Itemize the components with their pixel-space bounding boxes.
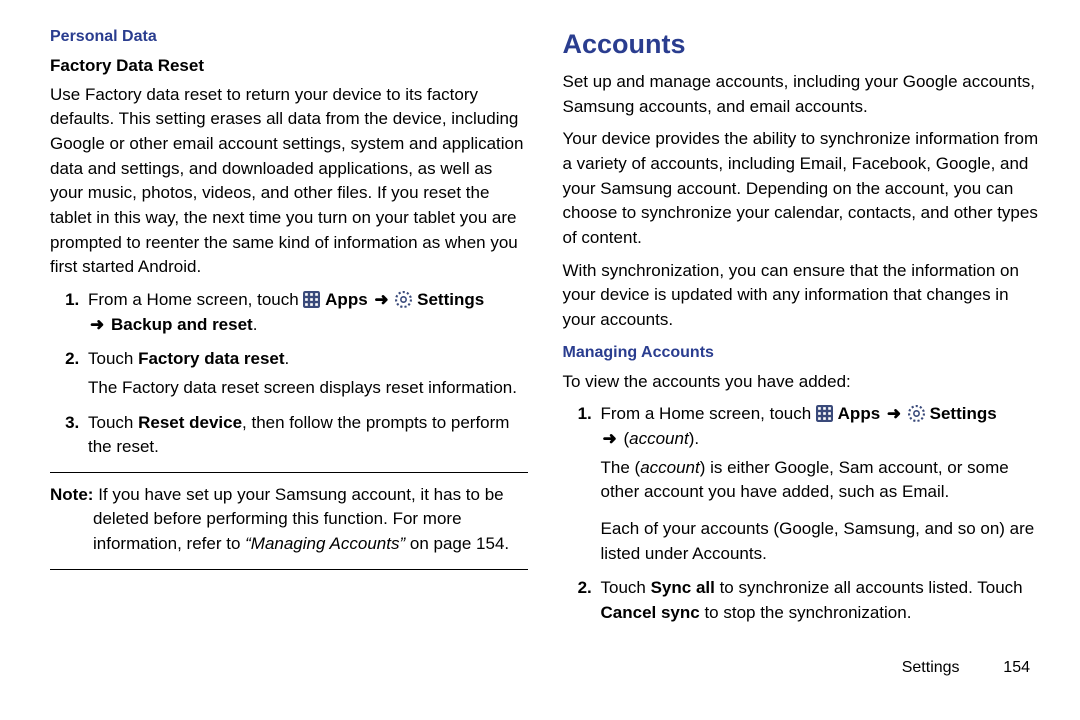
arrow-icon: ➜ <box>603 429 617 448</box>
right-blue-head: Managing Accounts <box>563 341 1041 364</box>
page-footer: Settings 154 <box>563 656 1041 679</box>
left-step-1: From a Home screen, touch Apps ➜ Setting… <box>84 288 528 337</box>
footer-section: Settings <box>902 656 960 679</box>
left-step-3: Touch Reset device, then follow the prom… <box>84 411 528 460</box>
right-column: Accounts Set up and manage accounts, inc… <box>563 25 1041 710</box>
left-black-head: Factory Data Reset <box>50 54 528 79</box>
apps-icon <box>816 405 833 422</box>
right-steps: From a Home screen, touch Apps ➜ Setting… <box>563 402 1041 625</box>
note: Note: If you have set up your Samsung ac… <box>50 483 528 557</box>
left-column: Personal Data Factory Data Reset Use Fac… <box>50 25 528 710</box>
arrow-icon: ➜ <box>90 315 104 334</box>
footer-page-number: 154 <box>984 656 1030 679</box>
right-p2: Your device provides the ability to sync… <box>563 127 1041 250</box>
right-step-1: From a Home screen, touch Apps ➜ Setting… <box>597 402 1041 566</box>
right-step-2: Touch Sync all to synchronize all accoun… <box>597 576 1041 625</box>
arrow-icon: ➜ <box>887 404 901 423</box>
gear-icon <box>908 405 925 422</box>
right-p3: With synchronization, you can ensure tha… <box>563 259 1041 333</box>
left-step-2: Touch Factory data reset. The Factory da… <box>84 347 528 400</box>
arrow-icon: ➜ <box>374 290 388 309</box>
right-p1: Set up and manage accounts, including yo… <box>563 70 1041 119</box>
separator <box>50 472 528 473</box>
right-lead: To view the accounts you have added: <box>563 370 1041 395</box>
left-intro: Use Factory data reset to return your de… <box>50 83 528 280</box>
left-steps: From a Home screen, touch Apps ➜ Setting… <box>50 288 528 460</box>
page: Personal Data Factory Data Reset Use Fac… <box>0 0 1080 720</box>
apps-icon <box>303 291 320 308</box>
gear-icon <box>395 291 412 308</box>
separator <box>50 569 528 570</box>
section-title: Accounts <box>563 25 1041 64</box>
left-blue-head: Personal Data <box>50 25 528 48</box>
